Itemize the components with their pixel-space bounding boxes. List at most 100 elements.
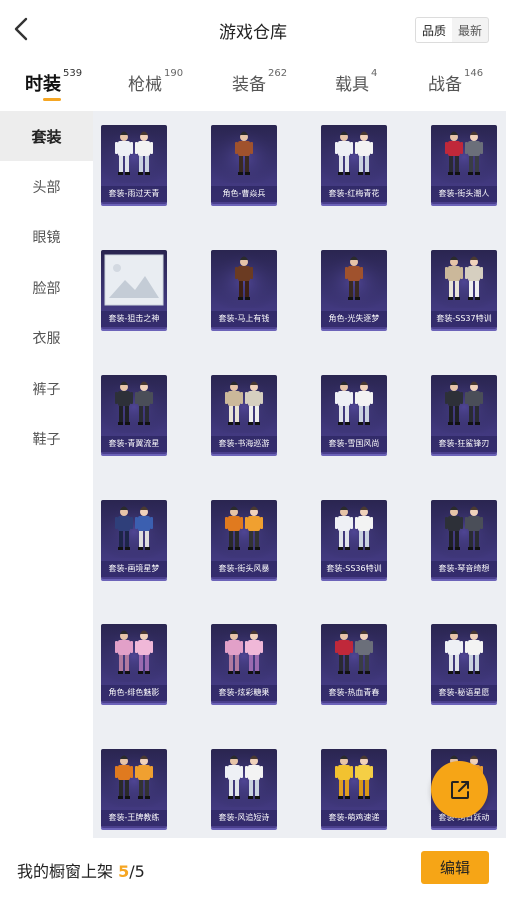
outfit-card[interactable]: 套装-雨过天青 xyxy=(101,125,167,204)
outfit-card[interactable]: 套装-秘语星愿 xyxy=(431,624,497,703)
outfit-preview xyxy=(211,500,277,558)
outfit-card-label: 套装-雪国风尚 xyxy=(321,436,387,452)
sidebar-item-pants[interactable]: 裤子 xyxy=(0,364,93,414)
outfit-card[interactable]: 套装-风追短诗 xyxy=(211,749,277,828)
outfit-preview xyxy=(211,624,277,682)
outfit-card[interactable]: 套装-街头潮人 xyxy=(431,125,497,204)
outfit-card[interactable]: 套装-马上有钱 xyxy=(211,250,277,329)
outfit-card[interactable]: 套装-SS37特训 xyxy=(431,250,497,329)
outfit-preview xyxy=(431,375,497,433)
outfit-preview xyxy=(431,500,497,558)
outfit-card[interactable]: 套装-青翼流星 xyxy=(101,375,167,454)
outfit-card-label: 角色-光失逐梦 xyxy=(321,311,387,327)
outfit-card[interactable]: 套装-红梅青花 xyxy=(321,125,387,204)
outfit-card[interactable]: 套装-炫彩糖果 xyxy=(211,624,277,703)
tab-vehicles[interactable]: 载具4 xyxy=(335,68,378,95)
tab-count: 4 xyxy=(371,68,378,79)
outfit-card[interactable]: 套装-王牌教练 xyxy=(101,749,167,828)
outfit-card[interactable]: 套装-书海巡游 xyxy=(211,375,277,454)
outfit-preview xyxy=(321,375,387,433)
outfit-card[interactable]: 套装-SS36特训 xyxy=(321,500,387,579)
outfit-preview xyxy=(321,125,387,183)
sort-option-quality[interactable]: 品质 xyxy=(416,18,452,42)
outfit-card-label: 套装-街头风暴 xyxy=(211,561,277,577)
sidebar-item-shoes[interactable]: 鞋子 xyxy=(0,414,93,464)
outfit-preview xyxy=(321,749,387,807)
sidebar-item-head[interactable]: 头部 xyxy=(0,162,93,212)
outfit-card[interactable]: 角色-曹焱兵 xyxy=(211,125,277,204)
tab-battle-gear[interactable]: 战备146 xyxy=(428,68,484,95)
sidebar: 套装 头部 眼镜 脸部 衣服 裤子 鞋子 xyxy=(0,111,93,838)
item-grid: 套装-雨过天青 角色-曹焱兵 套装-红梅青花 套装-街头潮人套装-狙击之神 套装-马上有… xyxy=(93,111,506,838)
outfit-card-label: 套装-画境星梦 xyxy=(101,561,167,577)
outfit-card[interactable]: 套装-狂鲨锋刃 xyxy=(431,375,497,454)
sort-option-newest[interactable]: 最新 xyxy=(452,18,488,42)
outfit-preview xyxy=(431,125,497,183)
outfit-card-label: 角色-曹焱兵 xyxy=(211,186,277,202)
outfit-card[interactable]: 套装-雪国风尚 xyxy=(321,375,387,454)
outfit-card[interactable]: 角色-绯色魅影 xyxy=(101,624,167,703)
outfit-preview xyxy=(101,749,167,807)
tab-fashion[interactable]: 时装539 xyxy=(25,68,82,96)
outfit-preview xyxy=(431,250,497,308)
showcase-total-count: 5 xyxy=(134,862,145,881)
sidebar-item-clothes[interactable]: 衣服 xyxy=(0,313,93,363)
outfit-preview xyxy=(101,375,167,433)
outfit-preview xyxy=(431,624,497,682)
outfit-preview xyxy=(321,500,387,558)
active-tab-indicator xyxy=(43,98,61,101)
outfit-card-label: 套装-街头潮人 xyxy=(431,186,497,202)
outfit-card[interactable]: 套装-萌鸡速递 xyxy=(321,749,387,828)
outfit-preview xyxy=(321,624,387,682)
outfit-card-label: 套装-马上有钱 xyxy=(211,311,277,327)
sort-toggle: 品质 最新 xyxy=(415,17,489,43)
outfit-card-label: 套装-风追短诗 xyxy=(211,810,277,826)
outfit-card-label: 套装-狙击之神 xyxy=(101,311,167,327)
edit-button[interactable]: 编辑 xyxy=(421,851,489,884)
app-root: 游戏仓库 品质 最新 时装539 枪械190 装备262 载具4 战备146 套… xyxy=(0,0,506,897)
image-placeholder-icon xyxy=(104,254,164,306)
outfit-card-label: 套装-书海巡游 xyxy=(211,436,277,452)
outfit-card[interactable]: 角色-光失逐梦 xyxy=(321,250,387,329)
tab-count: 190 xyxy=(164,68,184,79)
tab-label: 装备 xyxy=(232,75,266,95)
sidebar-item-face[interactable]: 脸部 xyxy=(0,263,93,313)
outfit-card-label: 套装-红梅青花 xyxy=(321,186,387,202)
outfit-preview xyxy=(321,250,387,308)
showcase-status: 我的橱窗上架 5/5 xyxy=(17,858,145,882)
outfit-preview xyxy=(211,125,277,183)
outfit-preview xyxy=(211,250,277,308)
outfit-preview xyxy=(211,749,277,807)
sidebar-item-glasses[interactable]: 眼镜 xyxy=(0,212,93,262)
outfit-card-label: 套装-琴音绮想 xyxy=(431,561,497,577)
tab-equipment[interactable]: 装备262 xyxy=(232,68,287,95)
outfit-preview xyxy=(101,500,167,558)
outfit-preview xyxy=(211,375,277,433)
share-button[interactable] xyxy=(431,761,488,818)
tab-count: 146 xyxy=(464,68,484,79)
outfit-card-label: 套装-狂鲨锋刃 xyxy=(431,436,497,452)
outfit-card[interactable]: 套装-街头风暴 xyxy=(211,500,277,579)
outfit-card-label: 套装-萌鸡速递 xyxy=(321,810,387,826)
outfit-preview xyxy=(101,125,167,183)
outfit-card-label: 套装-王牌教练 xyxy=(101,810,167,826)
tab-guns[interactable]: 枪械190 xyxy=(128,68,184,95)
outfit-card-label: 套装-雨过天青 xyxy=(101,186,167,202)
tab-label: 时装 xyxy=(25,74,61,95)
outfit-card[interactable]: 套装-热血青春 xyxy=(321,624,387,703)
outfit-card[interactable]: 套装-画境星梦 xyxy=(101,500,167,579)
share-external-icon xyxy=(450,780,469,799)
outfit-card-label: 套装-秘语星愿 xyxy=(431,685,497,701)
showcase-current-count: 5 xyxy=(118,862,130,881)
outfit-card-label: 套装-SS36特训 xyxy=(321,561,387,577)
sidebar-item-suits[interactable]: 套装 xyxy=(0,111,93,161)
tab-label: 枪械 xyxy=(128,75,162,95)
outfit-card-label: 套装-炫彩糖果 xyxy=(211,685,277,701)
outfit-card[interactable]: 套装-琴音绮想 xyxy=(431,500,497,579)
tab-label: 战备 xyxy=(428,75,462,95)
outfit-card-label: 套装-SS37特训 xyxy=(431,311,497,327)
outfit-card-label: 套装-热血青春 xyxy=(321,685,387,701)
category-tabs: 时装539 枪械190 装备262 载具4 战备146 xyxy=(0,62,506,108)
outfit-card[interactable]: 套装-狙击之神 xyxy=(101,250,167,329)
tab-label: 载具 xyxy=(335,75,369,95)
